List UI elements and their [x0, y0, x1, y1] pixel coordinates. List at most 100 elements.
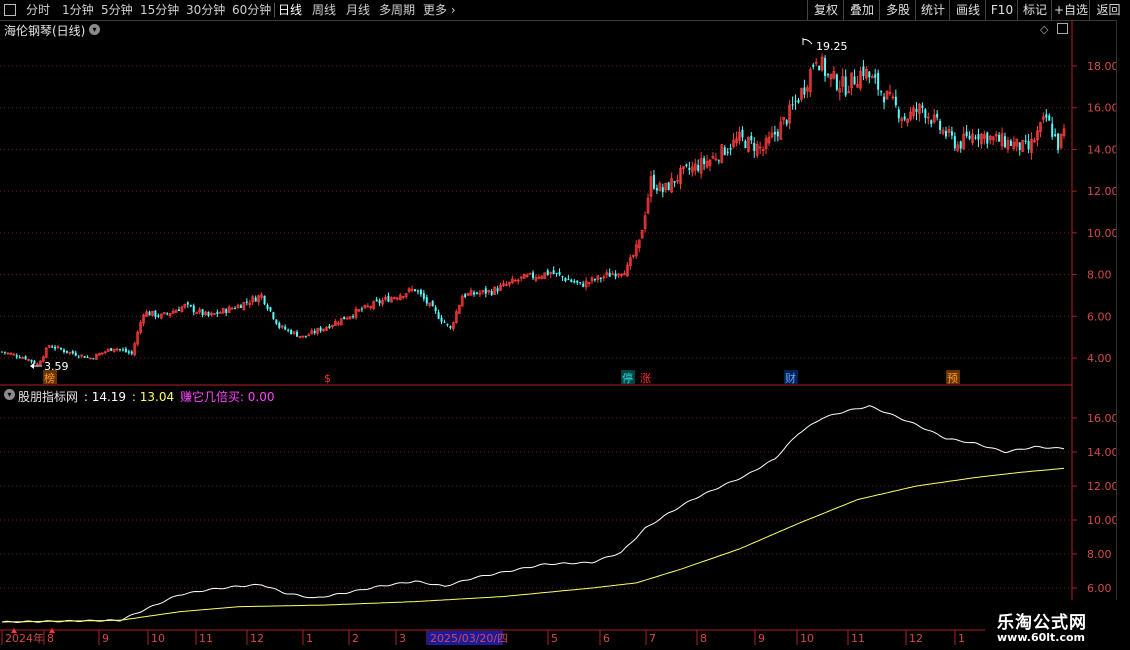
date-label: 6 [603, 632, 610, 645]
candle-body [62, 349, 65, 352]
candle-body [827, 74, 829, 76]
candle-body [443, 321, 446, 323]
candle-body [614, 273, 617, 277]
candle-body [897, 109, 900, 119]
indicator-lines [1, 405, 1065, 624]
high-arrow [802, 39, 813, 45]
candle-body [464, 294, 467, 298]
indicator-tick-label: 6.00 [1087, 582, 1112, 595]
candle-body [225, 309, 228, 313]
candle-body [894, 96, 897, 106]
candle-body [30, 359, 33, 362]
candle-body [83, 356, 86, 358]
date-label: 1 [306, 632, 313, 645]
date-label: 12 [250, 632, 264, 645]
watermark-title: 乐淘公式网 [997, 613, 1087, 633]
candle-body [593, 279, 596, 281]
candle-body [166, 313, 169, 315]
candle-body [753, 143, 756, 151]
candle-body [148, 311, 151, 316]
event-markers: 榜 $ 停涨 财 预 [43, 370, 960, 385]
candle-body [968, 135, 971, 139]
candle-body [1018, 142, 1021, 150]
candle-body [272, 312, 275, 319]
candle-body [903, 116, 906, 120]
candle-body [287, 329, 290, 331]
indicator-tick-label: 14.00 [1087, 446, 1119, 459]
candle-body [473, 292, 475, 295]
watermark: 乐淘公式网 www.60lt.com [985, 600, 1130, 650]
candle-body [437, 312, 440, 319]
candle-body [3, 351, 6, 353]
candle-body [446, 323, 449, 325]
candle-body [697, 164, 700, 171]
date-label: 9 [102, 632, 109, 645]
candle-body [874, 74, 877, 78]
candle-body [24, 356, 27, 360]
candle-body [785, 120, 788, 125]
candle-body [328, 325, 331, 329]
candle-body [121, 349, 124, 351]
date-axis: 2024年 8 9 10 11 12 1 2 3 2025/03/20/四 5 6 7 8 9 10 11 12 1 [1, 628, 965, 645]
candle-body [431, 300, 434, 307]
event-marker: 榜 [44, 371, 55, 385]
date-label: 1 [958, 632, 965, 645]
candle-body [939, 121, 942, 130]
candle-body [440, 317, 443, 322]
candle-body [717, 160, 720, 162]
grid-lines [0, 20, 1073, 631]
candle-body [65, 350, 68, 353]
chart-canvas[interactable]: 18.0016.0014.0012.0010.008.006.004.00 16… [0, 0, 1130, 650]
candle-body [688, 167, 691, 170]
indicator-yellow-line [2, 467, 1065, 623]
price-tick-label: 8.00 [1087, 269, 1112, 282]
candle-body [290, 329, 293, 335]
candle-body [154, 310, 157, 317]
candle-body [965, 131, 968, 137]
candle-body [582, 283, 585, 287]
candle-body [818, 65, 821, 71]
candle-body [269, 307, 272, 311]
candle-body [1051, 123, 1054, 137]
candle-body [791, 104, 794, 106]
candle-body [414, 289, 416, 292]
date-label: 10 [800, 632, 814, 645]
candle-body [124, 348, 127, 352]
candle-body [974, 137, 977, 139]
candle-body [853, 76, 856, 85]
price-axis: 18.00 16.00 14.00 12.00 10.00 8.00 6.00 4.00 [1072, 60, 1119, 365]
candle-body [1009, 140, 1012, 147]
candle-body [608, 272, 611, 277]
candle-body [77, 356, 80, 358]
candle-body [304, 335, 307, 337]
price-tick-label: 14.00 [1087, 143, 1119, 156]
candle-body [192, 305, 195, 313]
candle-body [986, 132, 989, 144]
candle-body [1054, 134, 1057, 137]
candle-body [915, 108, 918, 113]
candle-body [570, 279, 573, 282]
candle-body [422, 293, 425, 299]
candle-body [655, 187, 658, 191]
indicator-white-line [1, 405, 1065, 624]
date-label: 9 [758, 632, 765, 645]
candle-body [558, 272, 561, 275]
candle-body [343, 316, 346, 320]
date-label: 2 [352, 632, 359, 645]
candle-body [959, 141, 962, 149]
candle-body [862, 66, 865, 76]
price-tick-label: 12.00 [1087, 185, 1119, 198]
candle-body [576, 280, 579, 283]
date-label: 8 [700, 632, 707, 645]
candle-body [1057, 133, 1060, 150]
candle-body [130, 351, 133, 354]
candle-body [496, 288, 499, 292]
candle-body [278, 322, 281, 328]
candle-body [15, 355, 18, 358]
right-scroll-strip[interactable] [1116, 20, 1130, 620]
candle-body [218, 312, 222, 314]
candle-body [157, 315, 160, 317]
candle-body [313, 331, 316, 334]
indicator-tick-label: 12.00 [1087, 480, 1119, 493]
candle-body [266, 305, 269, 309]
